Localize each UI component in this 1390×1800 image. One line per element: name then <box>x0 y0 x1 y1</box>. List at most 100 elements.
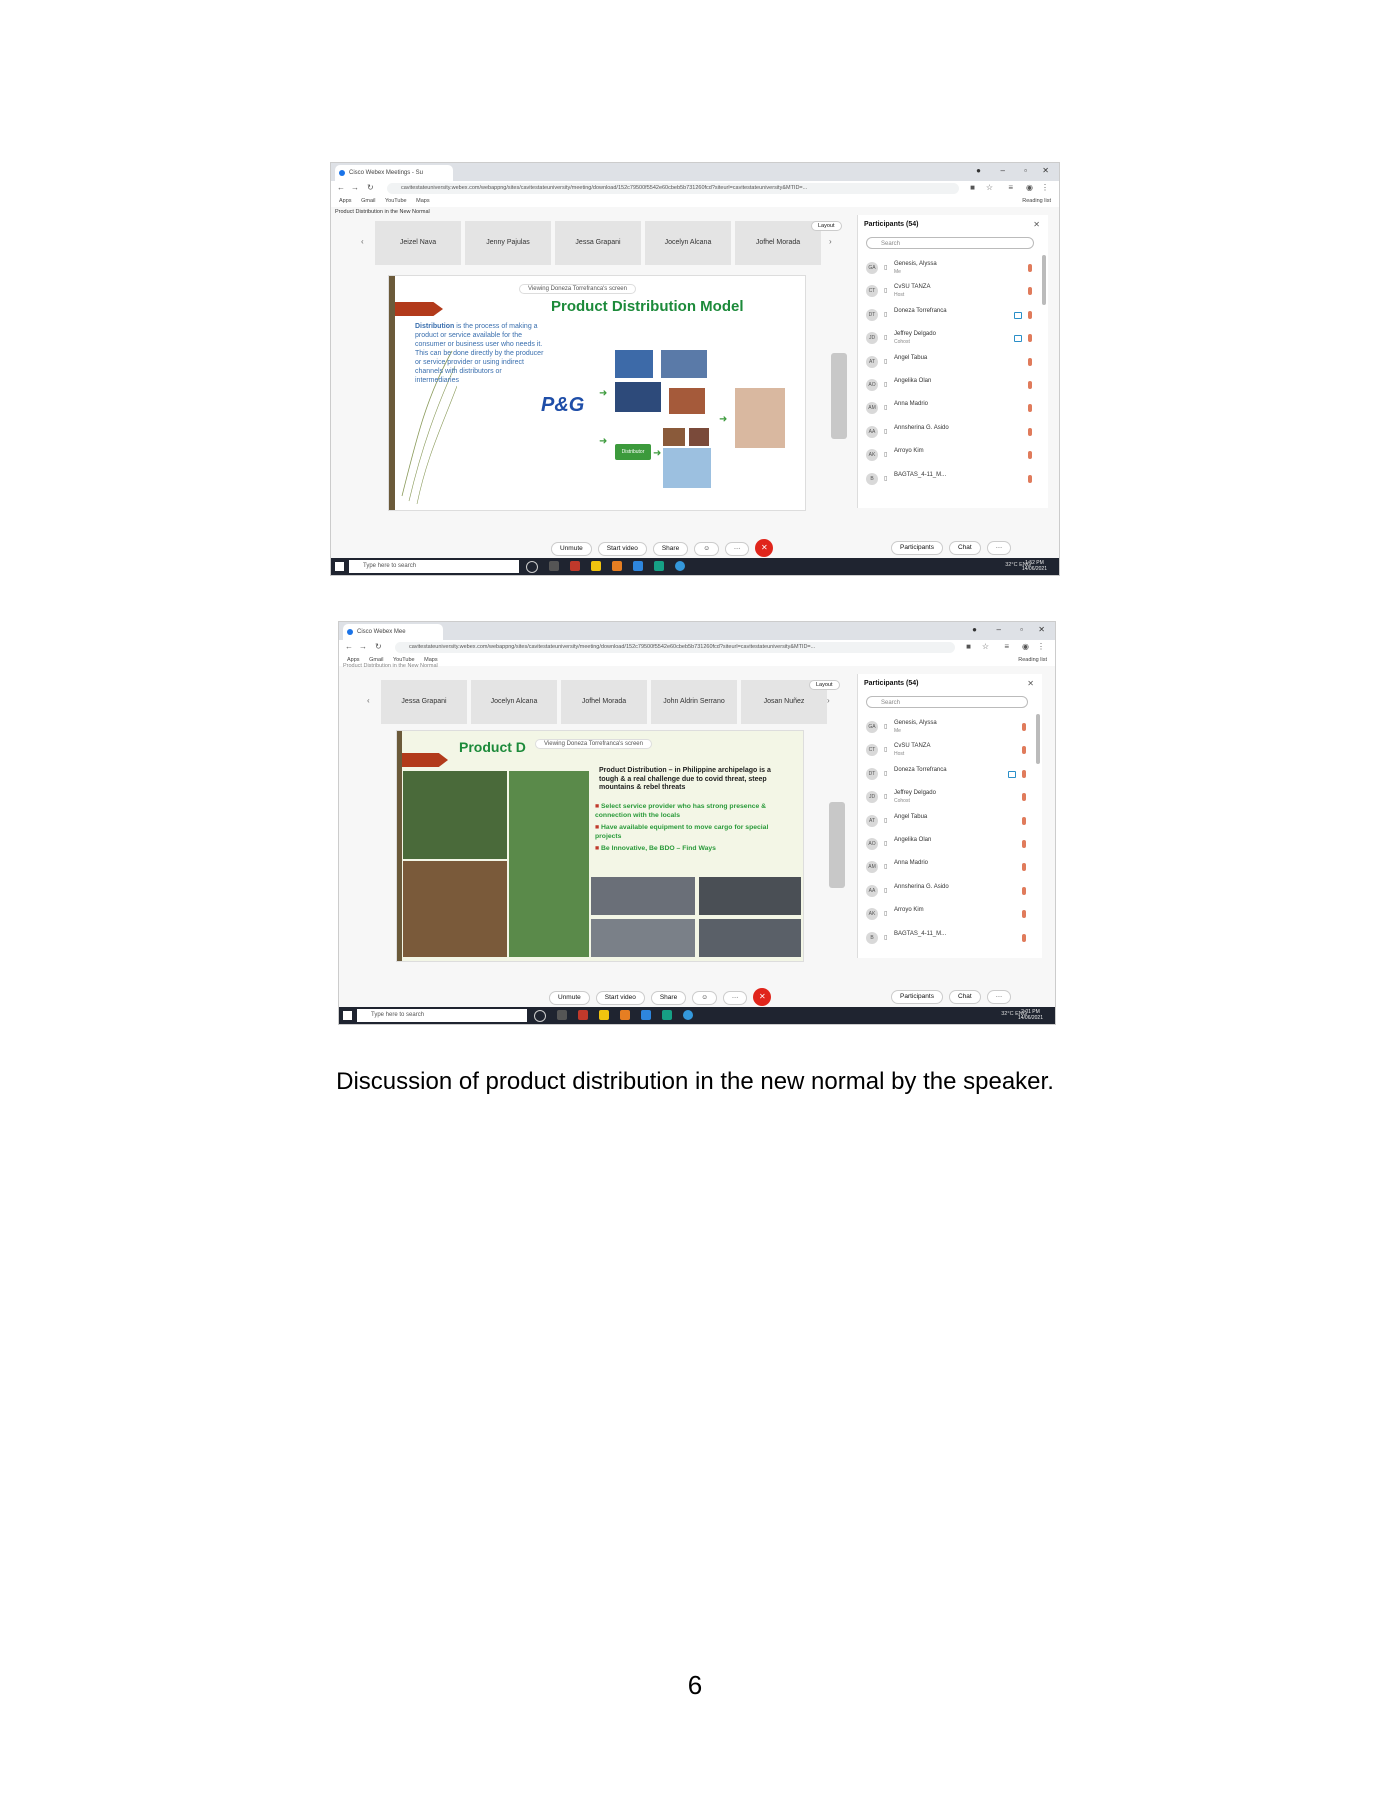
participant-scrollbar[interactable] <box>1042 255 1046 305</box>
video-tile[interactable]: Jofhel Morada <box>735 221 821 265</box>
participant-row[interactable]: JD ▯ Jeffrey Delgado Cohost <box>864 786 1028 809</box>
video-tile[interactable]: Jeizel Nava <box>375 221 461 265</box>
close-panel-icon[interactable]: ✕ <box>1033 220 1040 229</box>
more-icon[interactable]: ··· <box>986 541 1012 555</box>
minimize-icon[interactable]: – <box>997 625 1001 634</box>
app-icon[interactable] <box>654 561 664 571</box>
participant-row[interactable]: AT ▯ Angel Tabua <box>864 351 1034 374</box>
muted-mic-icon[interactable] <box>1028 380 1032 389</box>
url-bar[interactable]: cavitestateuniversity.webex.com/webappng… <box>387 183 959 194</box>
edge-icon[interactable] <box>633 561 643 571</box>
unmute-button[interactable]: Unmute <box>549 991 590 1005</box>
participant-row[interactable]: CT ▯ CvSU TANZA Host <box>864 280 1034 303</box>
start-video-button[interactable]: Start video <box>597 542 647 556</box>
next-tiles-icon[interactable]: › <box>827 696 830 705</box>
participant-row[interactable]: GA ▯ Genesis, Alyssa Me <box>864 257 1034 280</box>
muted-mic-icon[interactable] <box>1022 933 1026 942</box>
file-explorer-icon[interactable] <box>599 1010 609 1020</box>
taskbar-search-input[interactable]: Type here to search <box>349 560 519 573</box>
chat-button[interactable]: Chat <box>948 541 981 555</box>
participant-row[interactable]: AO ▯ Angelika Olan <box>864 833 1028 856</box>
bookmark-youtube[interactable]: YouTube <box>385 198 407 204</box>
leave-meeting-icon[interactable]: ✕ <box>753 988 772 1006</box>
participants-button[interactable]: Participants <box>891 541 943 555</box>
participant-row[interactable]: AA ▯ Annsherina G. Asido <box>864 421 1034 444</box>
file-explorer-icon[interactable] <box>591 561 601 571</box>
reactions-icon[interactable]: ☺ <box>694 542 719 556</box>
windows-start-icon[interactable] <box>343 1011 352 1020</box>
windows-start-icon[interactable] <box>335 562 344 571</box>
muted-mic-icon[interactable] <box>1022 723 1026 731</box>
reading-queue-icon[interactable]: ≡ <box>1008 183 1013 192</box>
camera-icon[interactable]: ■ <box>966 642 971 651</box>
muted-mic-icon[interactable] <box>1022 886 1026 895</box>
participant-search-input[interactable]: Search <box>866 696 1028 708</box>
participant-row[interactable]: B ▯ BAGTAS_4-11_M... <box>864 468 1034 491</box>
back-icon[interactable]: ← <box>345 642 353 651</box>
firefox-icon[interactable] <box>620 1010 630 1020</box>
muted-mic-icon[interactable] <box>1022 839 1026 848</box>
muted-mic-icon[interactable] <box>1028 451 1032 460</box>
muted-mic-icon[interactable] <box>1022 769 1026 778</box>
app-icon[interactable] <box>662 1010 672 1020</box>
reading-queue-icon[interactable]: ≡ <box>1004 642 1009 651</box>
chat-button[interactable]: Chat <box>948 990 981 1004</box>
muted-mic-icon[interactable] <box>1028 474 1032 483</box>
participant-row[interactable]: AM ▯ Anna Madrio <box>864 856 1028 879</box>
video-tile[interactable]: Jessa Grapani <box>381 680 467 724</box>
participant-row[interactable]: AM ▯ Anna Madrio <box>864 397 1034 420</box>
muted-mic-icon[interactable] <box>1028 310 1032 319</box>
muted-mic-icon[interactable] <box>1022 746 1026 755</box>
profile-icon[interactable]: ● <box>972 625 977 634</box>
participant-row[interactable]: JD ▯ Jeffrey Delgado Cohost <box>864 327 1034 350</box>
muted-mic-icon[interactable] <box>1022 910 1026 919</box>
muted-mic-icon[interactable] <box>1022 793 1026 802</box>
firefox-icon[interactable] <box>612 561 622 571</box>
reload-icon[interactable]: ↻ <box>375 642 382 651</box>
browser-tab[interactable]: Cisco Webex Mee <box>343 624 443 640</box>
unmute-button[interactable]: Unmute <box>551 542 592 556</box>
close-panel-icon[interactable]: ✕ <box>1027 679 1034 688</box>
close-window-icon[interactable]: ✕ <box>1042 166 1049 175</box>
muted-mic-icon[interactable] <box>1022 816 1026 825</box>
participant-row[interactable]: AO ▯ Angelika Olan <box>864 374 1034 397</box>
leave-meeting-icon[interactable]: ✕ <box>755 539 774 557</box>
more-options-icon[interactable]: ··· <box>724 542 750 556</box>
avatar[interactable]: ◉ <box>1026 183 1033 192</box>
url-bar[interactable]: cavitestateuniversity.webex.com/webappng… <box>395 642 955 653</box>
participant-row[interactable]: AT ▯ Angel Tabua <box>864 810 1028 833</box>
muted-mic-icon[interactable] <box>1028 264 1032 272</box>
menu-icon[interactable]: ⋮ <box>1041 183 1049 192</box>
reload-icon[interactable]: ↻ <box>367 183 374 192</box>
cortana-icon[interactable] <box>526 561 538 573</box>
layout-button[interactable]: Layout <box>809 680 840 690</box>
chrome-icon[interactable] <box>683 1010 693 1020</box>
share-button[interactable]: Share <box>650 991 687 1005</box>
more-icon[interactable]: ··· <box>986 990 1012 1004</box>
star-icon[interactable]: ☆ <box>986 183 993 192</box>
muted-mic-icon[interactable] <box>1028 404 1032 413</box>
browser-tab[interactable]: Cisco Webex Meetings - Su <box>335 165 453 181</box>
participant-row[interactable]: B ▯ BAGTAS_4-11_M... <box>864 927 1028 950</box>
video-tile[interactable]: Jocelyn Alcana <box>645 221 731 265</box>
chrome-icon[interactable] <box>675 561 685 571</box>
participant-row[interactable]: CT ▯ CvSU TANZA Host <box>864 739 1028 762</box>
participant-row[interactable]: AK ▯ Arroyo Kim <box>864 444 1034 467</box>
share-button[interactable]: Share <box>652 542 689 556</box>
bookmark-apps[interactable]: Apps <box>339 198 352 204</box>
back-icon[interactable]: ← <box>337 183 345 192</box>
avatar[interactable]: ◉ <box>1022 642 1029 651</box>
cortana-icon[interactable] <box>534 1010 546 1022</box>
muted-mic-icon[interactable] <box>1028 357 1032 366</box>
muted-mic-icon[interactable] <box>1028 427 1032 436</box>
restore-icon[interactable]: ▫ <box>1024 166 1027 175</box>
taskbar-search-input[interactable]: Type here to search <box>357 1009 527 1022</box>
participants-button[interactable]: Participants <box>891 990 943 1004</box>
more-options-icon[interactable]: ··· <box>722 991 748 1005</box>
forward-icon[interactable]: → <box>359 642 367 651</box>
participant-row[interactable]: DT ▯ Doneza Torrefranca <box>864 304 1034 327</box>
participant-row[interactable]: DT ▯ Doneza Torrefranca <box>864 763 1028 786</box>
layout-button[interactable]: Layout <box>811 221 842 231</box>
participant-scrollbar[interactable] <box>1036 714 1040 764</box>
participant-row[interactable]: GA ▯ Genesis, Alyssa Me <box>864 716 1028 739</box>
